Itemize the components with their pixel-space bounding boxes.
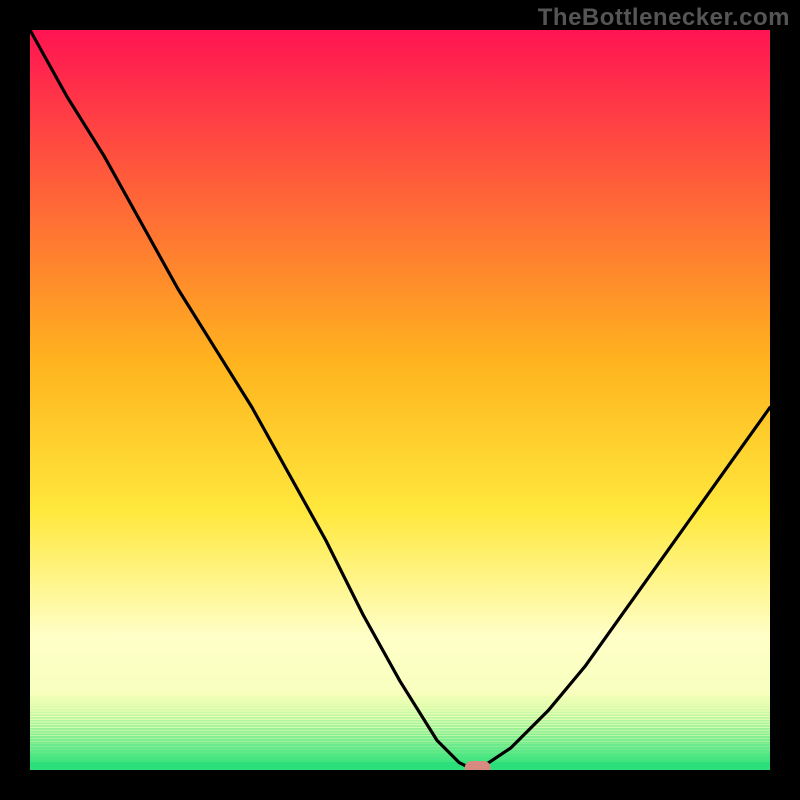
plot-area	[30, 30, 770, 770]
brand-watermark: TheBottlenecker.com	[538, 4, 790, 32]
chart-frame: TheBottlenecker.com	[0, 0, 800, 800]
chart-svg	[30, 30, 770, 770]
